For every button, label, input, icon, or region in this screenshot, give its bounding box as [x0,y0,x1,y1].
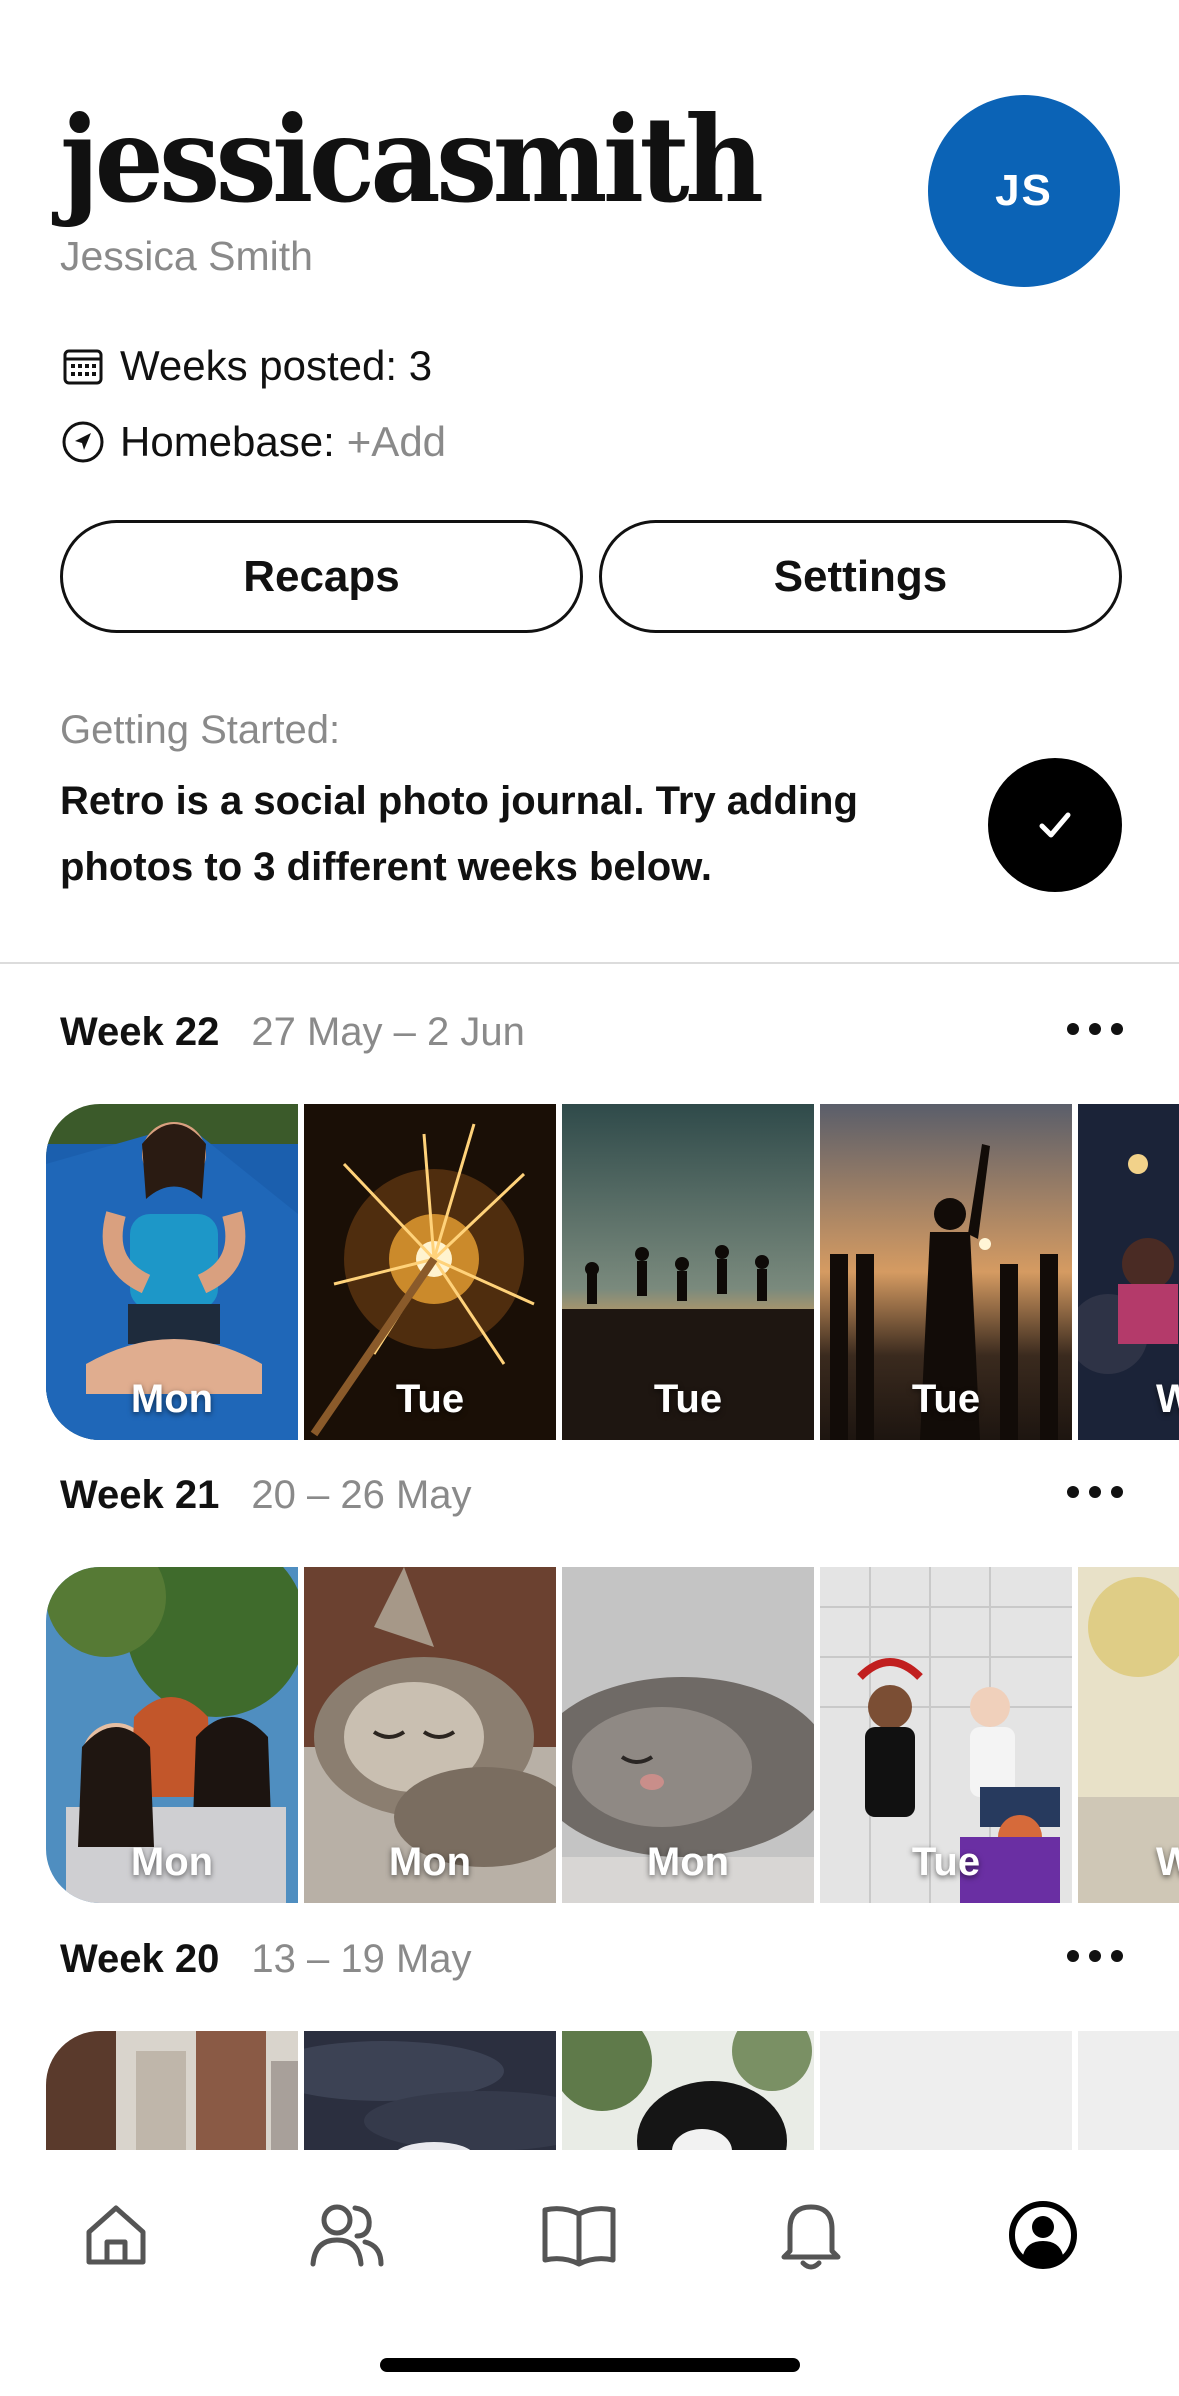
homebase-label: Homebase: [120,418,335,465]
tab-profile[interactable] [998,2190,1088,2280]
week-title: Week 21 [60,1473,220,1517]
week-photo-strip[interactable]: Mon Tue Tue Tue W [46,1104,1179,1440]
tab-home[interactable] [71,2190,161,2280]
empty-photo-slot[interactable] [820,2031,1072,2150]
week-title: Week 22 [60,1010,220,1054]
photo-tile[interactable]: Tue [562,1104,814,1440]
photo-tile[interactable] [46,2031,298,2150]
cloudy-sky-photo [304,2031,556,2150]
homebase-row: Homebase: +Add [60,418,446,466]
profile-icon [1009,2201,1077,2269]
tile-day-label: W [1156,1377,1179,1421]
friends-icon [310,2204,384,2267]
getting-started-label: Getting Started: [60,708,341,752]
avatar-initials: JS [995,166,1053,215]
settings-button[interactable]: Settings [599,520,1122,633]
week-photo-strip[interactable]: Mon Mon Mon Tue W [46,1567,1179,1903]
avatar[interactable]: JS [928,95,1120,287]
checkmark-icon [1039,812,1071,838]
photo-tile[interactable]: Mon [46,1104,298,1440]
photo-tile[interactable]: W [1078,1104,1179,1440]
username: jessicasmith [60,90,764,229]
tile-day-label: Mon [130,1840,214,1884]
tab-journal[interactable] [534,2190,624,2280]
notifications-icon [781,2204,841,2270]
tile-day-label: Tue [653,1377,723,1421]
full-name: Jessica Smith [60,233,313,279]
getting-started-text: Retro is a social photo journal. Try add… [60,779,858,889]
tab-friends[interactable] [302,2190,392,2280]
city-buildings-photo [46,2031,298,2150]
tile-day-label: W [1156,1840,1179,1884]
getting-started-done-button[interactable] [988,758,1122,892]
more-options-icon[interactable] [1060,1004,1130,1054]
tile-day-label: Tue [911,1840,981,1884]
home-icon [86,2205,146,2265]
photo-tile[interactable]: Tue [304,1104,556,1440]
recaps-button[interactable]: Recaps [60,520,583,633]
week-photo-strip[interactable] [46,2031,1179,2150]
photo-tile[interactable] [304,2031,556,2150]
more-options-icon[interactable] [1060,1931,1130,1981]
week-range: 27 May – 2 Jun [251,1010,525,1054]
photo-tile[interactable]: Mon [46,1567,298,1903]
home-indicator [380,2358,800,2372]
photo-tile[interactable]: Mon [562,1567,814,1903]
calendar-icon [60,343,106,389]
tile-day-label: Mon [130,1377,214,1421]
tile-day-label: Mon [388,1840,472,1884]
photo-tile[interactable]: Mon [304,1567,556,1903]
tile-day-label: Tue [395,1377,465,1421]
more-options-icon[interactable] [1060,1467,1130,1517]
empty-photo-slot[interactable] [1078,2031,1179,2150]
tab-notifications[interactable] [766,2190,856,2280]
profile-header: jessicasmith Jessica Smith JS [60,95,1120,295]
journal-icon [542,2206,616,2267]
week-header: Week 20 13 – 19 May [60,1937,1130,1982]
photo-tile[interactable]: Tue [820,1567,1072,1903]
week-title: Week 20 [60,1937,220,1981]
photo-tile[interactable] [562,2031,814,2150]
week-range: 13 – 19 May [251,1937,472,1981]
week-range: 20 – 26 May [251,1473,472,1517]
week-header: Week 22 27 May – 2 Jun [60,1010,1130,1055]
dog-trees-photo [562,2031,814,2150]
section-divider [0,962,1179,964]
location-arrow-icon [60,419,106,465]
weeks-posted-row: Weeks posted: 3 [60,342,432,390]
photo-tile[interactable]: Tue [820,1104,1072,1440]
tile-day-label: Tue [911,1377,981,1421]
photo-tile[interactable]: W [1078,1567,1179,1903]
tile-day-label: Mon [646,1840,730,1884]
week-header: Week 21 20 – 26 May [60,1473,1130,1518]
weeks-posted-text: Weeks posted: 3 [120,342,433,389]
homebase-add-link[interactable]: +Add [347,418,446,466]
